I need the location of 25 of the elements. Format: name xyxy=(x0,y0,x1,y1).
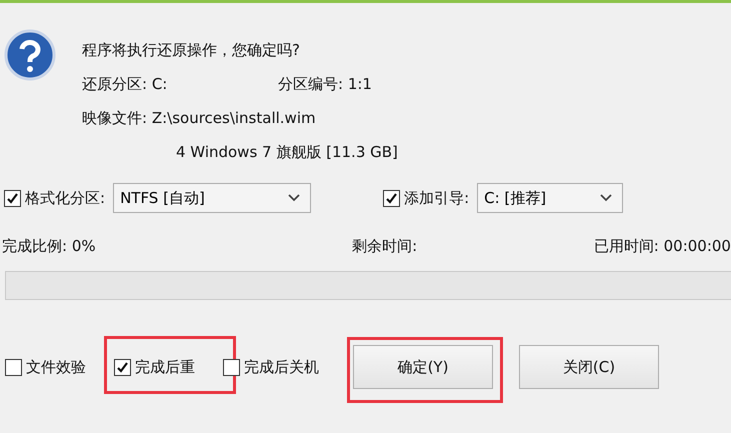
image-entry: 4 Windows 7 旗舰版 [11.3 GB] xyxy=(176,142,398,163)
dialog-button[interactable]: 关闭(C) xyxy=(519,345,659,389)
question-icon xyxy=(4,29,56,81)
checkbox[interactable] xyxy=(114,358,131,376)
select-field[interactable]: NTFS [自动] xyxy=(113,183,312,213)
image-file-path: 映像文件: Z:\sources\install.wim xyxy=(82,108,317,129)
checkbox[interactable] xyxy=(5,358,22,376)
option-label: 格式化分区: xyxy=(25,188,106,209)
checkbox[interactable] xyxy=(223,358,240,376)
option-label: 完成后关机 xyxy=(244,357,319,378)
option-label: 文件效验 xyxy=(26,357,86,378)
option-label: 添加引导: xyxy=(404,188,470,209)
dialog-button[interactable]: 确定(Y) xyxy=(353,345,493,389)
chevron-down-icon xyxy=(600,194,612,202)
chevron-down-icon xyxy=(288,194,300,202)
checkbox[interactable] xyxy=(4,190,21,206)
confirm-question: 程序将执行还原操作，您确定吗? xyxy=(82,40,301,61)
partition-label: 还原分区: C: xyxy=(82,74,168,95)
elapsed-time: 已用时间: 00:00:00 xyxy=(594,236,731,257)
option-label: 完成后重 xyxy=(135,357,195,378)
remaining-time: 剩余时间: xyxy=(352,236,418,257)
partition-number: 分区编号: 1:1 xyxy=(278,74,372,95)
progress-percent: 完成比例: 0% xyxy=(2,236,96,257)
select-field[interactable]: C: [推荐] xyxy=(477,183,624,213)
checkbox[interactable] xyxy=(383,190,400,206)
